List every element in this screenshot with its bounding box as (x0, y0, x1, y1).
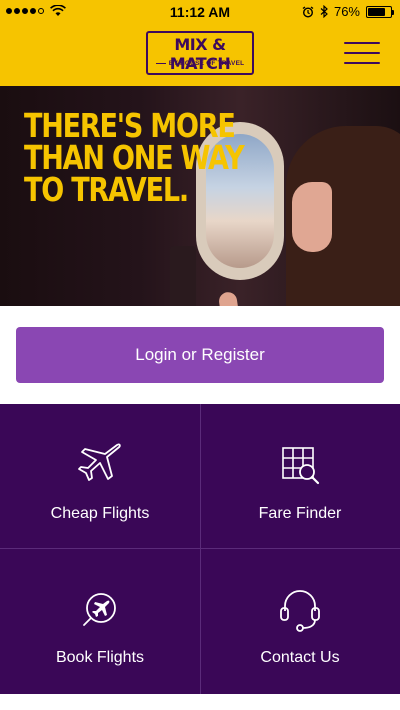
bottom-strip (0, 694, 400, 710)
tile-fare-finder[interactable]: Fare Finder (200, 404, 400, 549)
logo-subtitle: BY HOUSE OF TRAVEL (148, 60, 252, 67)
grid-search-icon (200, 444, 400, 486)
tile-book-flights[interactable]: Book Flights (0, 549, 200, 694)
hero-headline: THERE'S MORE THAN ONE WAY TO TRAVEL. (24, 109, 245, 209)
airplane-icon (0, 440, 200, 486)
battery-icon (366, 5, 394, 18)
hero-banner: THERE'S MORE THAN ONE WAY TO TRAVEL. (0, 86, 400, 306)
battery-level (368, 7, 385, 16)
headset-icon (200, 585, 400, 633)
tile-label: Cheap Flights (50, 505, 150, 522)
tile-label: Fare Finder (258, 505, 342, 522)
seat-image (170, 246, 196, 306)
hero-line-3: TO TRAVEL. (24, 170, 189, 209)
battery-percent: 76% (333, 4, 360, 19)
tile-contact-us[interactable]: Contact Us (200, 549, 400, 694)
app-header: MIX & MATCH BY HOUSE OF TRAVEL (0, 24, 400, 86)
plane-compass-icon (0, 589, 200, 629)
bluetooth-icon (320, 5, 328, 18)
alarm-icon (302, 5, 314, 18)
tile-label: Contact Us (260, 649, 340, 666)
traveler-arm (217, 291, 245, 306)
status-right: 76% (302, 4, 394, 19)
status-bar: 11:12 AM 76% (0, 0, 400, 24)
feature-grid: Cheap Flights Fare Finder Book Flights C… (0, 404, 400, 694)
hamburger-menu-icon[interactable] (344, 40, 380, 66)
brand-logo[interactable]: MIX & MATCH BY HOUSE OF TRAVEL (146, 31, 254, 75)
tile-cheap-flights[interactable]: Cheap Flights (0, 404, 200, 549)
login-register-button[interactable]: Login or Register (16, 327, 384, 383)
traveler-face (292, 182, 332, 252)
tile-label: Book Flights (55, 649, 145, 666)
logo-title: MIX & MATCH (169, 35, 231, 73)
